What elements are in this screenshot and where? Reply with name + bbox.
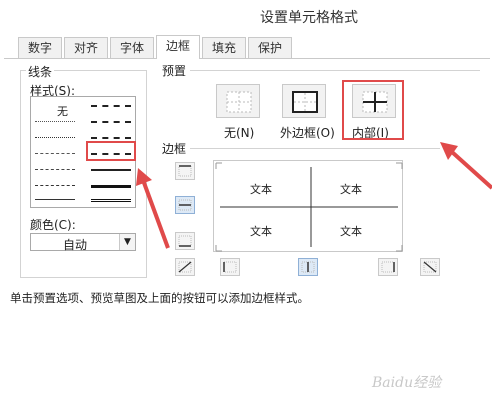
tab-border[interactable]: 边框 — [156, 35, 200, 59]
arrow-to-inside-preset — [440, 142, 492, 190]
arrow-to-line-style — [136, 168, 170, 249]
watermark: Baidu经验 — [372, 375, 442, 391]
annotation-arrows — [136, 142, 492, 249]
